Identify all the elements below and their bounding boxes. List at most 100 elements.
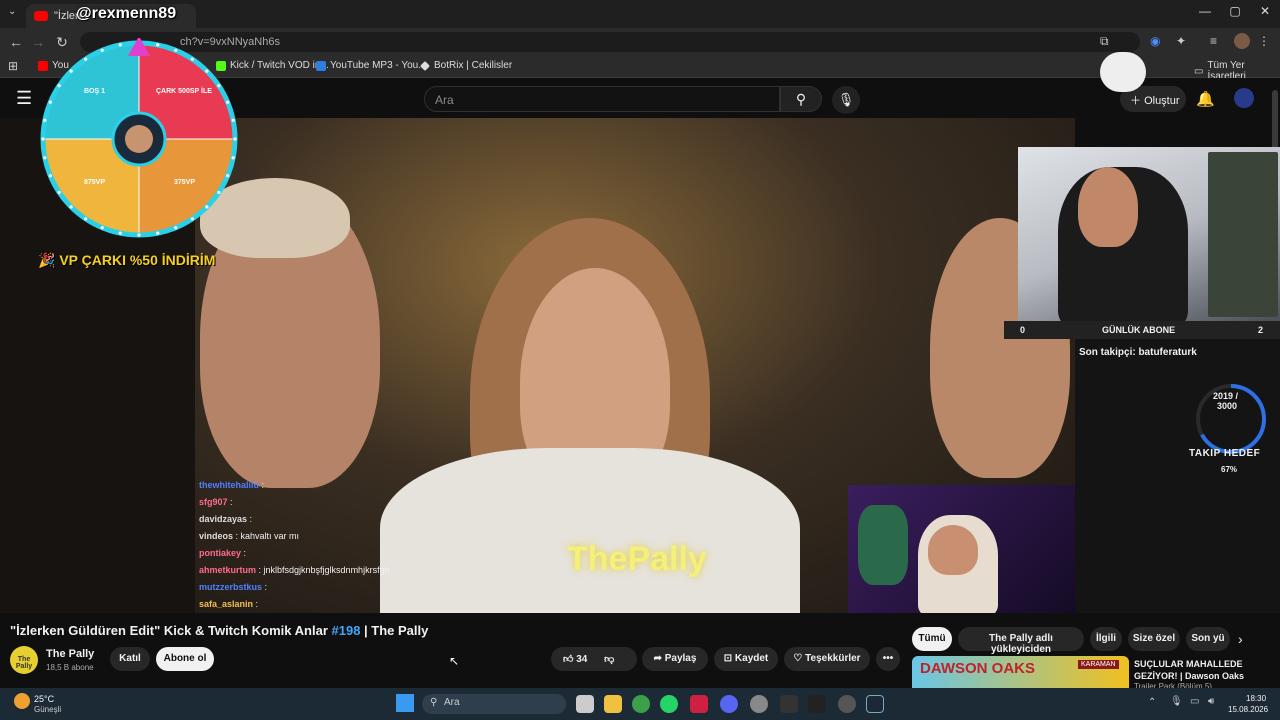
wheel-light xyxy=(233,137,237,141)
wheel-light xyxy=(205,205,209,209)
chip-all[interactable]: Tümü xyxy=(912,627,952,651)
chat-message: davidzayas : xyxy=(199,511,252,528)
wheel-light xyxy=(174,48,178,52)
minimize-button[interactable]: — xyxy=(1190,4,1220,18)
join-button[interactable]: Katıl xyxy=(110,647,150,671)
like-button[interactable]: 👍︎ 34 xyxy=(563,654,587,665)
app-steam-gray-icon[interactable] xyxy=(750,695,768,713)
wheel-light xyxy=(205,69,209,73)
close-button[interactable]: ✕ xyxy=(1250,4,1280,18)
browser-menu-icon[interactable]: ⋮ xyxy=(1258,34,1270,48)
daily-sub-left: 0 xyxy=(1020,325,1026,335)
weather-sun-icon[interactable] xyxy=(14,693,30,709)
chip-for-you[interactable]: Size özel xyxy=(1128,627,1180,651)
wheel-light xyxy=(190,57,194,61)
wheel-light xyxy=(217,84,221,88)
mp3-favicon-icon xyxy=(316,60,326,71)
apps-grid-icon[interactable]: ⊞ xyxy=(8,59,18,73)
mic-tray-icon[interactable]: 🎙 xyxy=(1170,696,1183,707)
install-app-icon[interactable]: ⧉ xyxy=(1100,34,1109,49)
hashtag-link[interactable]: #198 xyxy=(332,623,361,638)
steam-icon[interactable] xyxy=(866,695,884,713)
daily-sub-bar: 0 GÜNLÜK ABONE 2 xyxy=(1004,321,1280,339)
subscribe-button[interactable]: Abone ol xyxy=(156,647,214,671)
heart-dollar-icon: ♡ xyxy=(793,653,806,664)
folder-icon: ▭ xyxy=(1194,65,1204,77)
goal-total: 3000 xyxy=(1217,401,1238,411)
chip-recent[interactable]: Son yü xyxy=(1186,627,1230,651)
network-icon[interactable]: ▭ xyxy=(1190,696,1199,707)
search-icon: ⚲ xyxy=(430,697,438,708)
bookmark-botrix[interactable]: BotRix | Cekilisler xyxy=(420,60,512,71)
notifications-bell-icon[interactable]: 🔔 xyxy=(1196,90,1215,108)
more-actions-button[interactable]: ••• xyxy=(876,647,900,671)
search-input[interactable]: Ara xyxy=(424,86,780,112)
clock-time[interactable]: 18:30 xyxy=(1246,694,1266,703)
shelf xyxy=(1208,152,1278,317)
wheel-light xyxy=(156,231,160,235)
wheel-light xyxy=(190,217,194,221)
channel-name[interactable]: The Pally xyxy=(46,648,94,660)
chip-related[interactable]: İlgili xyxy=(1090,627,1122,651)
chevron-right-icon[interactable]: › xyxy=(1238,631,1243,647)
voice-search-button[interactable]: 🎙 xyxy=(832,86,860,114)
wheel-light xyxy=(231,156,235,160)
bookmark-icon: ⊡ xyxy=(723,653,735,664)
extension-audio-icon[interactable]: ◉ xyxy=(1150,34,1160,48)
chat-message: safa_aslanin : xyxy=(199,596,258,613)
save-button[interactable]: ⊡ Kaydet xyxy=(714,647,778,671)
thanks-button[interactable]: ♡ Teşekkürler xyxy=(784,647,870,671)
weather-temp[interactable]: 25°C xyxy=(34,694,54,704)
volume-icon[interactable]: 🔊︎ xyxy=(1208,696,1214,707)
tray-chevron-icon[interactable]: ⌃ xyxy=(1148,697,1156,708)
goal-percent: 67% xyxy=(1221,465,1238,474)
guest-face xyxy=(928,525,978,575)
wheel-label-3: 875VP xyxy=(84,179,106,186)
app-red-icon[interactable] xyxy=(690,695,708,713)
profile-avatar[interactable] xyxy=(1234,33,1250,49)
bookmark-youtube-mp3[interactable]: YouTube MP3 - You... xyxy=(316,60,427,71)
mouse-cursor-icon: ↖ xyxy=(449,654,460,668)
wheel-light xyxy=(118,43,122,47)
search-icon: ⚲ xyxy=(795,91,807,107)
windows-start-icon[interactable] xyxy=(396,694,414,712)
back-arrow-icon[interactable]: ← xyxy=(6,34,26,50)
dislike-button[interactable]: 👎︎ xyxy=(604,654,614,665)
taskbar-search-input[interactable]: ⚲ Ara xyxy=(422,694,566,714)
hamburger-menu-icon[interactable]: ☰ xyxy=(16,88,32,109)
video-title: "İzlerken Güldüren Edit" Kick & Twitch K… xyxy=(10,623,429,638)
wheel-label-1: BOŞ 1 xyxy=(84,88,106,95)
app-dark-icon[interactable] xyxy=(808,695,826,713)
file-explorer-icon[interactable] xyxy=(604,695,622,713)
wheel-light xyxy=(137,233,141,237)
tab-list-chevron-icon[interactable]: ⌄ xyxy=(8,6,16,17)
maximize-button[interactable]: ▢ xyxy=(1220,4,1250,18)
reading-list-icon[interactable]: ≡ xyxy=(1210,34,1217,48)
clock-date[interactable]: 15.08.2026 xyxy=(1228,705,1268,714)
wheel-light xyxy=(226,174,230,178)
rec-title[interactable]: SUÇLULAR MAHALLEDE GEZİYOR! | Dawson Oak… xyxy=(1134,658,1274,682)
account-avatar[interactable] xyxy=(1234,88,1254,108)
wheel-label-2: ÇARK 500SP İLE xyxy=(156,88,212,95)
chrome-icon[interactable] xyxy=(632,695,650,713)
discord-icon[interactable] xyxy=(720,695,738,713)
chat-username: vindeos xyxy=(199,531,234,541)
chip-from-uploader[interactable]: The Pally adlı yükleyiciden xyxy=(958,627,1084,655)
rec-thumbnail[interactable]: DAWSON OAKS KARAMAN xyxy=(912,656,1129,688)
task-view-icon[interactable] xyxy=(576,695,594,713)
wheel-hub-face xyxy=(125,125,153,153)
search-button[interactable]: ⚲ xyxy=(780,86,822,112)
chat-message: ahmetkurtum : jnklbfsdgjknbşfjglksdnmhjk… xyxy=(199,562,390,579)
terminal-icon[interactable] xyxy=(780,695,798,713)
goal-current: 2019 / xyxy=(1213,391,1239,401)
wheel-promo-text: 🎉 VP ÇARKI %50 İNDİRİM xyxy=(38,252,216,268)
white-shirt xyxy=(380,448,800,613)
extensions-puzzle-icon[interactable]: ✦ xyxy=(1176,34,1186,48)
wheel-light xyxy=(84,217,88,221)
whatsapp-icon[interactable] xyxy=(660,695,678,713)
app-chatgpt-icon[interactable] xyxy=(838,695,856,713)
chat-username: sfg907 xyxy=(199,497,228,507)
share-button[interactable]: ➦ Paylaş xyxy=(642,647,708,671)
channel-avatar[interactable]: The Pally xyxy=(10,646,38,674)
chat-message: thewhitehalilu : xyxy=(199,477,264,494)
